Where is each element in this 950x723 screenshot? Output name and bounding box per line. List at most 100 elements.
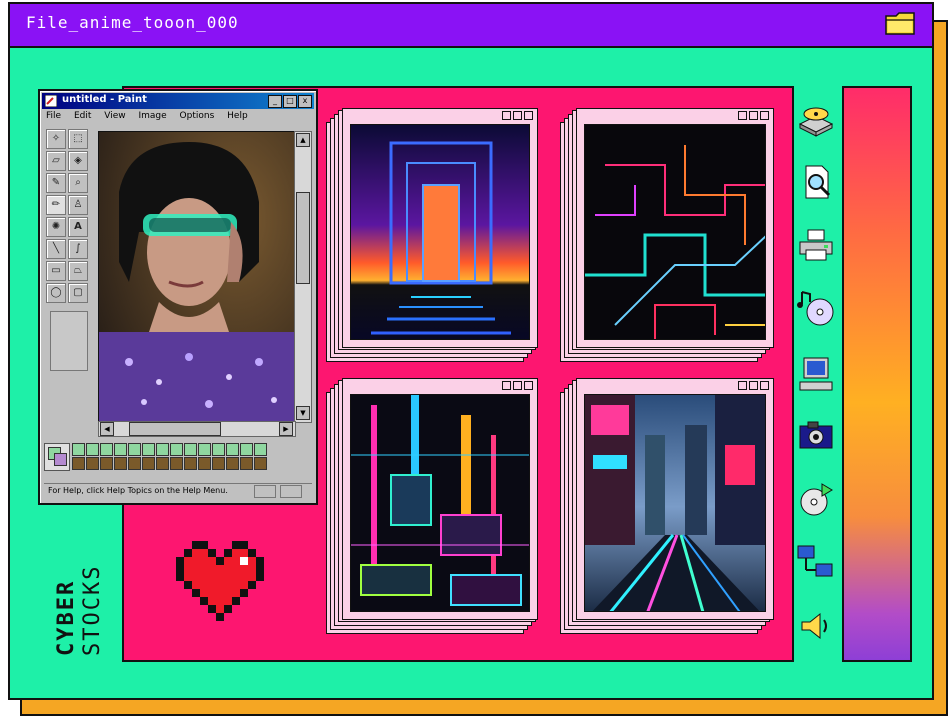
- color-swatch[interactable]: [100, 457, 113, 470]
- scroll-up-arrow-icon[interactable]: ▲: [296, 133, 310, 147]
- curve-icon[interactable]: ∫: [68, 239, 88, 259]
- title-bar[interactable]: File_anime_tooon_000: [10, 4, 932, 48]
- gallery-window-lines[interactable]: [560, 108, 774, 362]
- color-swatch[interactable]: [170, 443, 183, 456]
- color-swatch[interactable]: [128, 457, 141, 470]
- menu-help[interactable]: Help: [227, 111, 248, 121]
- brand-line1: CYBER: [54, 579, 79, 656]
- rounded-rect-icon[interactable]: ▢: [68, 283, 88, 303]
- horizontal-scrollbar[interactable]: ◀ ▶: [98, 421, 296, 437]
- minimize-button[interactable]: _: [268, 95, 282, 108]
- sidebar-icons: [794, 100, 838, 660]
- menu-image[interactable]: Image: [138, 111, 166, 121]
- color-swatch[interactable]: [254, 443, 267, 456]
- brush-icon[interactable]: ♙: [68, 195, 88, 215]
- ellipse-icon[interactable]: ◯: [46, 283, 66, 303]
- color-swatch[interactable]: [240, 443, 253, 456]
- window-controls[interactable]: [738, 381, 769, 390]
- printer-icon[interactable]: [796, 224, 836, 264]
- scroll-down-arrow-icon[interactable]: ▼: [296, 406, 310, 420]
- free-select-icon[interactable]: ✧: [46, 129, 66, 149]
- speaker-icon[interactable]: [796, 606, 836, 646]
- picker-icon[interactable]: ✎: [46, 173, 66, 193]
- color-swatch[interactable]: [198, 443, 211, 456]
- color-swatch[interactable]: [114, 443, 127, 456]
- menu-file[interactable]: File: [46, 111, 61, 121]
- paint-menu-bar: File Edit View Image Options Help: [46, 111, 258, 121]
- gallery-window-portal[interactable]: [326, 108, 538, 362]
- vertical-scrollbar[interactable]: ▲ ▼: [294, 131, 312, 423]
- rect-select-icon[interactable]: ⬚: [68, 129, 88, 149]
- scroll-right-arrow-icon[interactable]: ▶: [279, 422, 293, 436]
- network-icon[interactable]: [796, 542, 836, 582]
- gallery-window-street[interactable]: [560, 378, 774, 634]
- eraser-icon[interactable]: ▱: [46, 151, 66, 171]
- fill-icon[interactable]: ◈: [68, 151, 88, 171]
- color-swatch[interactable]: [184, 457, 197, 470]
- pixel-heart-icon: [176, 541, 264, 621]
- line-icon[interactable]: ╲: [46, 239, 66, 259]
- color-swatch[interactable]: [198, 457, 211, 470]
- color-swatch[interactable]: [142, 457, 155, 470]
- window-controls[interactable]: [502, 381, 533, 390]
- paint-title: untitled - Paint: [62, 94, 147, 105]
- color-swatch[interactable]: [86, 443, 99, 456]
- pencil-icon[interactable]: ✏: [46, 195, 66, 215]
- color-swatch[interactable]: [72, 443, 85, 456]
- menu-view[interactable]: View: [104, 111, 125, 121]
- color-palette: [44, 443, 284, 473]
- color-swatch[interactable]: [72, 457, 85, 470]
- scroll-thumb[interactable]: [296, 192, 310, 284]
- rectangle-icon[interactable]: ▭: [46, 261, 66, 281]
- color-swatch[interactable]: [100, 443, 113, 456]
- menu-edit[interactable]: Edit: [74, 111, 91, 121]
- paint-title-bar[interactable]: untitled - Paint _ □ x: [42, 93, 314, 109]
- neon-portal-image: [350, 124, 530, 340]
- document-search-icon[interactable]: [796, 162, 836, 202]
- color-swatch[interactable]: [212, 457, 225, 470]
- main-window: File_anime_tooon_000 CYBER STOCKS untitl…: [8, 2, 934, 700]
- color-swatch[interactable]: [212, 443, 225, 456]
- menu-options[interactable]: Options: [180, 111, 215, 121]
- hscroll-thumb[interactable]: [129, 422, 221, 436]
- paint-toolbox: ✧ ⬚ ▱ ◈ ✎ ⌕ ✏ ♙ ✺ A ╲ ∫ ▭ ⏢ ◯ ▢: [46, 129, 90, 371]
- scroll-left-arrow-icon[interactable]: ◀: [100, 422, 114, 436]
- paint-window[interactable]: untitled - Paint _ □ x File Edit View Im…: [38, 89, 318, 505]
- window-controls[interactable]: [502, 111, 533, 120]
- text-icon[interactable]: A: [68, 217, 88, 237]
- color-swatch[interactable]: [226, 443, 239, 456]
- music-cd-icon[interactable]: [796, 288, 836, 328]
- polygon-icon[interactable]: ⏢: [68, 261, 88, 281]
- color-swatch[interactable]: [240, 457, 253, 470]
- computer-icon[interactable]: [796, 354, 836, 394]
- folder-icon[interactable]: [884, 10, 916, 38]
- tool-options-box: [50, 311, 88, 371]
- color-swatch[interactable]: [86, 457, 99, 470]
- disk-drive-icon[interactable]: [796, 100, 836, 140]
- magnifier-icon[interactable]: ⌕: [68, 173, 88, 193]
- maximize-button[interactable]: □: [283, 95, 297, 108]
- cd-player-icon[interactable]: [796, 480, 836, 520]
- color-swatch[interactable]: [142, 443, 155, 456]
- close-button[interactable]: x: [298, 95, 312, 108]
- neon-street-image: [584, 394, 766, 612]
- gradient-scroll-bar: [842, 86, 912, 662]
- airbrush-icon[interactable]: ✺: [46, 217, 66, 237]
- color-swatch[interactable]: [156, 457, 169, 470]
- color-swatch[interactable]: [226, 457, 239, 470]
- camera-icon[interactable]: [796, 416, 836, 456]
- color-swatch[interactable]: [114, 457, 127, 470]
- neon-tech-city-image: [350, 394, 530, 612]
- current-colors[interactable]: [44, 443, 70, 471]
- color-swatch[interactable]: [128, 443, 141, 456]
- paint-canvas[interactable]: [98, 131, 296, 423]
- neon-lines-image: [584, 124, 766, 340]
- status-panel: [254, 485, 276, 498]
- color-swatch[interactable]: [184, 443, 197, 456]
- gallery-window-tech-city[interactable]: [326, 378, 538, 634]
- window-controls[interactable]: [738, 111, 769, 120]
- status-panel: [280, 485, 302, 498]
- color-swatch[interactable]: [156, 443, 169, 456]
- color-swatch[interactable]: [254, 457, 267, 470]
- color-swatch[interactable]: [170, 457, 183, 470]
